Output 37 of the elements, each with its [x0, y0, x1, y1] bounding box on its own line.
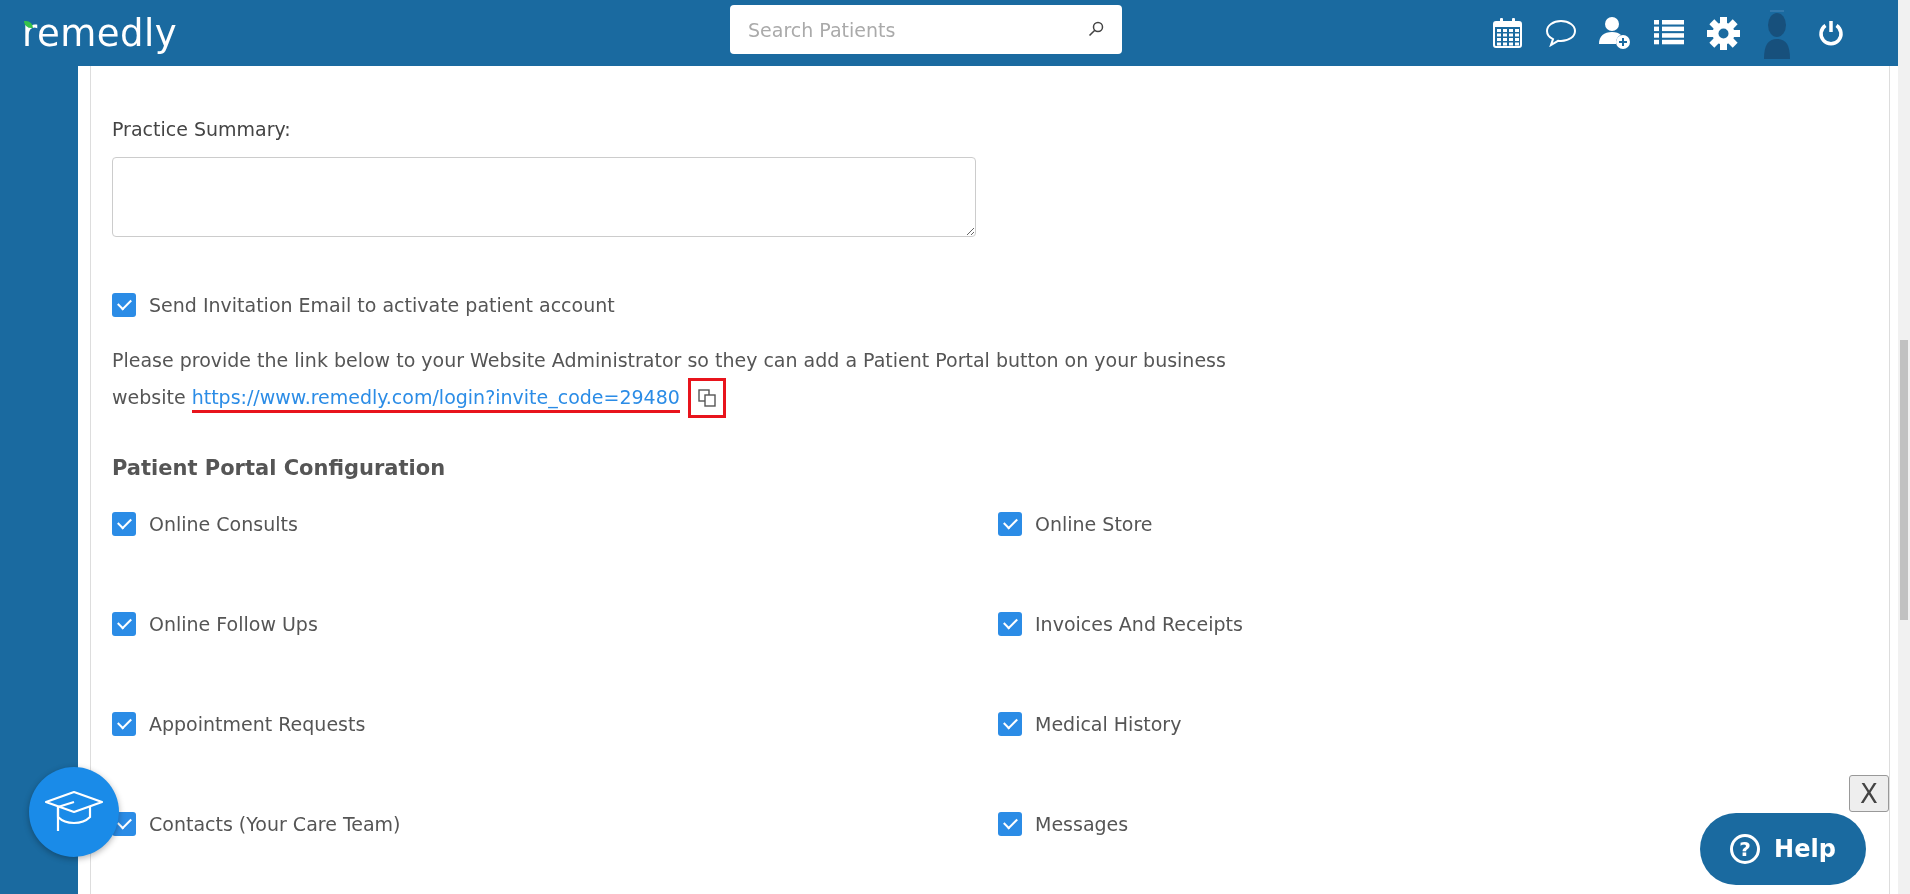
help-icon: ?: [1730, 834, 1761, 864]
add-user-icon[interactable]: [1599, 16, 1631, 50]
list-icon[interactable]: [1654, 20, 1684, 46]
checkbox[interactable]: [998, 712, 1022, 736]
logo: remedly: [22, 14, 178, 52]
checkbox-label: Appointment Requests: [149, 713, 366, 735]
checkbox[interactable]: [998, 512, 1022, 536]
search-icon[interactable]: [1088, 21, 1104, 37]
practice-summary-field[interactable]: [112, 157, 976, 237]
copy-icon[interactable]: [696, 388, 717, 408]
checkbox[interactable]: [112, 712, 136, 736]
checkbox-label: Online Store: [1035, 513, 1153, 535]
scrollbar[interactable]: [1898, 0, 1910, 894]
chat-icon[interactable]: [1545, 19, 1577, 47]
checkbox[interactable]: [112, 293, 136, 317]
field-label: Practice Summary:: [112, 118, 292, 140]
search-field[interactable]: Search Patients: [730, 5, 1122, 54]
instruction-text: Please provide the link below to your Website Administrator so they can add a Patient Portal button on your business website https://www.remedly.com/login?invite_code=29480: [112, 343, 1252, 418]
checkbox-label: Messages: [1035, 813, 1129, 835]
checkbox-label: Invoices And Receipts: [1035, 613, 1243, 635]
power-icon[interactable]: [1818, 20, 1844, 46]
help-button[interactable]: ? Help: [1700, 813, 1866, 885]
close-button[interactable]: X: [1849, 775, 1889, 812]
section-title: Patient Portal Configuration: [112, 456, 447, 480]
checkbox-label: Send Invitation Email to activate patient account: [149, 294, 615, 316]
copy-button[interactable]: [687, 378, 726, 418]
checkbox[interactable]: [998, 612, 1022, 636]
calendar-icon[interactable]: [1492, 18, 1522, 48]
portal-link[interactable]: https://www.remedly.com/login?invite_code=29480: [191, 385, 680, 413]
checkbox[interactable]: [998, 812, 1022, 836]
checkbox[interactable]: [112, 512, 136, 536]
checkbox-label: Online Consults: [149, 513, 298, 535]
checkbox-label: Contacts (Your Care Team): [149, 813, 401, 835]
checkbox-label: Medical History: [1035, 713, 1182, 735]
checkbox[interactable]: [112, 612, 136, 636]
settings-icon[interactable]: [1706, 16, 1740, 50]
checkbox-label: Online Follow Ups: [149, 613, 318, 635]
